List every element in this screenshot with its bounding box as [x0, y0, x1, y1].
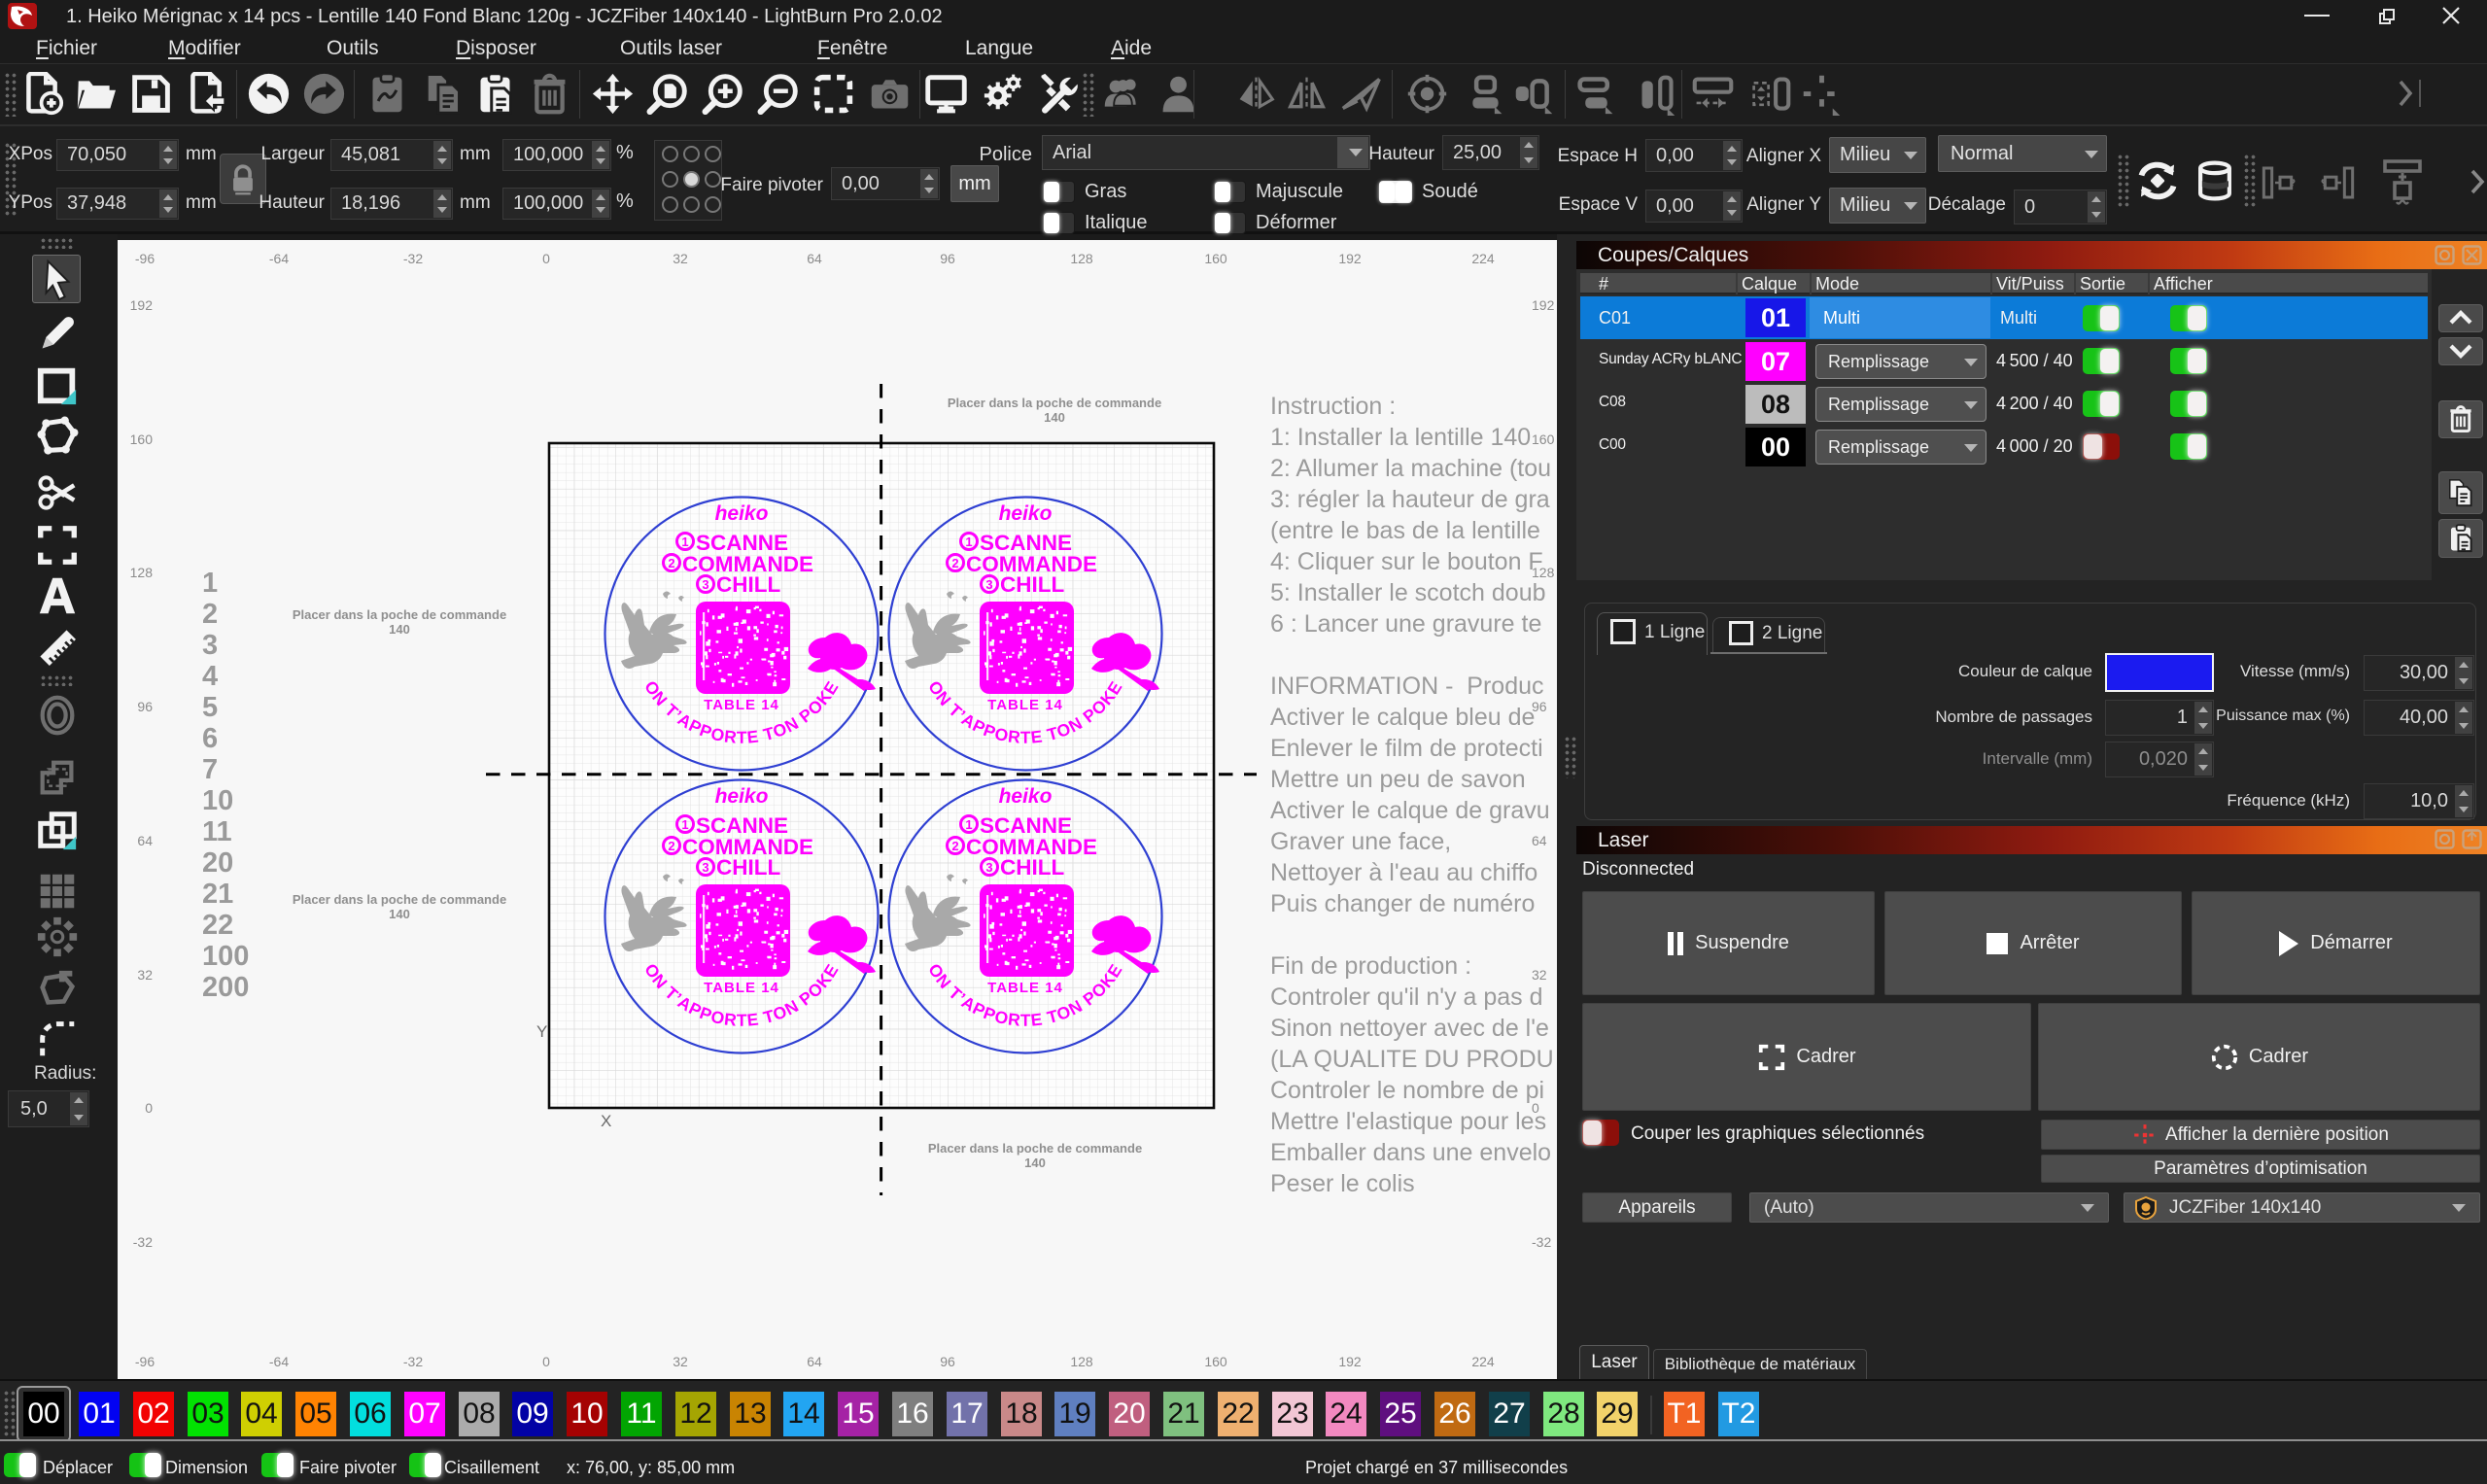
svg-text:3: 3 [985, 577, 992, 592]
svg-text:Placer dans la poche de comman: Placer dans la poche de commande [928, 1141, 1142, 1156]
svg-text:CHILL: CHILL [1000, 855, 1064, 880]
svg-text:2: 2 [951, 839, 958, 853]
svg-text:3: 3 [702, 577, 708, 592]
svg-text:2: 2 [668, 839, 674, 853]
svg-text:1: 1 [965, 535, 972, 549]
svg-text:TABLE 14: TABLE 14 [704, 980, 779, 996]
svg-text:heiko: heiko [715, 785, 769, 808]
svg-text:TABLE 14: TABLE 14 [987, 697, 1063, 713]
svg-text:2: 2 [951, 556, 958, 570]
svg-text:TABLE 14: TABLE 14 [987, 980, 1063, 996]
svg-text:1: 1 [681, 817, 688, 832]
svg-text:1: 1 [965, 817, 972, 832]
svg-text:Placer dans la poche de comman: Placer dans la poche de commande [293, 892, 506, 907]
svg-text:140: 140 [1044, 410, 1065, 425]
svg-text:Placer dans la poche de comman: Placer dans la poche de commande [948, 396, 1161, 410]
svg-text:X: X [601, 1112, 611, 1130]
svg-text:TABLE 14: TABLE 14 [704, 697, 779, 713]
svg-text:Y: Y [536, 1022, 547, 1041]
svg-text:CHILL: CHILL [716, 855, 780, 880]
svg-text:2: 2 [668, 556, 674, 570]
svg-text:heiko: heiko [715, 502, 769, 525]
svg-text:Placer dans la poche de comman: Placer dans la poche de commande [293, 607, 506, 622]
svg-text:CHILL: CHILL [716, 572, 780, 597]
svg-text:140: 140 [1024, 1156, 1046, 1170]
svg-text:140: 140 [389, 907, 410, 921]
svg-text:heiko: heiko [999, 502, 1053, 525]
svg-text:CHILL: CHILL [1000, 572, 1064, 597]
svg-text:3: 3 [985, 860, 992, 875]
svg-text:heiko: heiko [999, 785, 1053, 808]
svg-text:3: 3 [702, 860, 708, 875]
svg-text:140: 140 [389, 622, 410, 637]
svg-text:1: 1 [681, 535, 688, 549]
